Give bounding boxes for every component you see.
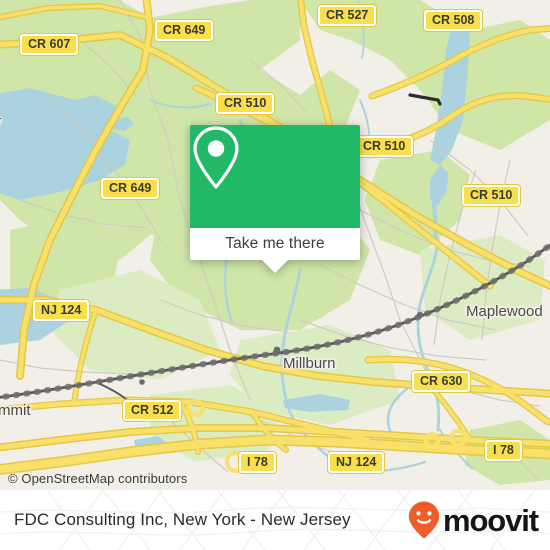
popup-cta-panel[interactable]: Take me there — [190, 228, 360, 260]
footer-bar: FDC Consulting Inc, New York - New Jerse… — [0, 490, 550, 550]
map-canvas[interactable]: CR 527 CR 508 CR 649 CR 607 CR 510 CR 51… — [0, 0, 550, 490]
popup-pointer — [262, 260, 288, 273]
road-shield: I 78 — [238, 451, 277, 474]
location-popup-card[interactable]: Take me there — [190, 125, 360, 273]
road-shield: CR 649 — [153, 19, 215, 42]
place-label-maplewood: Maplewood — [466, 303, 543, 320]
moovit-logo[interactable]: moovit — [407, 500, 539, 540]
road-shield: NJ 124 — [31, 299, 91, 322]
road-shield: CR 510 — [353, 135, 415, 158]
road-shield: CR 649 — [99, 177, 161, 200]
road-shield: CR 510 — [460, 184, 522, 207]
moovit-smiley-pin-icon — [408, 501, 440, 539]
road-shield: CR 607 — [18, 33, 80, 56]
osm-attribution[interactable]: © OpenStreetMap contributors — [8, 471, 187, 486]
road-shield: I 78 — [484, 439, 523, 462]
road-shield: CR 527 — [316, 4, 378, 27]
moovit-wordmark: moovit — [442, 502, 539, 538]
road-shield: NJ 124 — [326, 451, 386, 474]
place-label-millburn: Millburn — [283, 355, 336, 372]
map-pin-icon — [193, 126, 239, 189]
popup-pin-panel — [190, 125, 360, 228]
road-shield: CR 510 — [214, 92, 276, 115]
moovit-map-screenshot: CR 527 CR 508 CR 649 CR 607 CR 510 CR 51… — [0, 0, 550, 550]
place-label-summit: mmit — [0, 402, 31, 419]
road-shield: CR 630 — [410, 370, 472, 393]
page-title: FDC Consulting Inc, New York - New Jerse… — [14, 510, 351, 529]
road-shield: CR 508 — [422, 9, 484, 32]
take-me-there-label: Take me there — [225, 235, 325, 252]
road-shield: CR 512 — [121, 399, 183, 422]
place-label-clipped: r — [0, 113, 1, 128]
